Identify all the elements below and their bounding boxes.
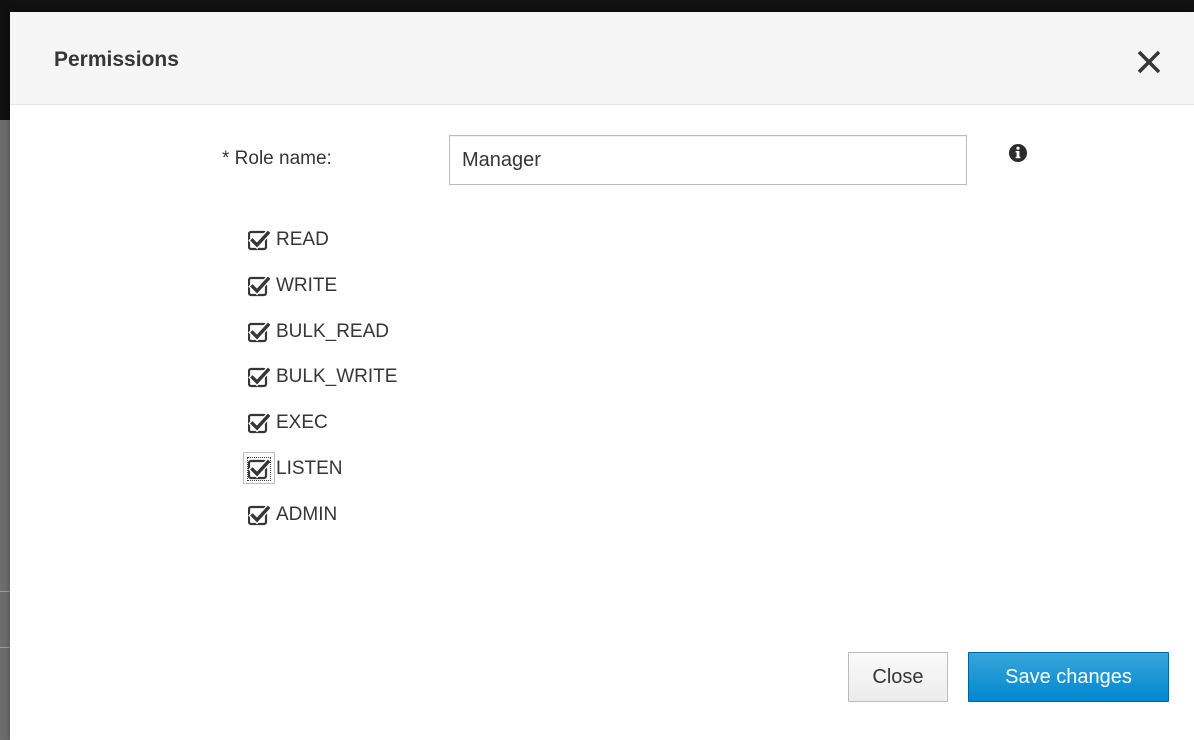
- permission-checkbox-write[interactable]: WRITE: [247, 271, 338, 301]
- checkbox-checked-icon[interactable]: [247, 365, 273, 388]
- checkbox-checked-icon[interactable]: [247, 274, 273, 297]
- dialog-header: Permissions: [10, 12, 1194, 105]
- permissions-dialog: Permissions * Role name: READ WRITE BULK_R…: [10, 12, 1194, 740]
- permission-label: BULK_READ: [276, 321, 389, 342]
- permission-label: ADMIN: [276, 504, 338, 525]
- checkbox-checked-icon[interactable]: [243, 452, 275, 484]
- checkbox-checked-icon[interactable]: [247, 411, 273, 434]
- close-button[interactable]: Close: [848, 652, 948, 702]
- dialog-title: Permissions: [54, 48, 179, 71]
- role-name-input[interactable]: [449, 135, 967, 185]
- info-icon[interactable]: [1008, 143, 1028, 163]
- permission-checkbox-bulk-read[interactable]: BULK_READ: [247, 317, 389, 347]
- permission-checkbox-bulk-write[interactable]: BULK_WRITE: [247, 362, 398, 392]
- checkbox-checked-icon[interactable]: [247, 503, 273, 526]
- permission-checkbox-admin[interactable]: ADMIN: [247, 500, 338, 530]
- permission-checkbox-read[interactable]: READ: [247, 225, 329, 255]
- permission-label: EXEC: [276, 412, 328, 433]
- backdrop-divider: [0, 591, 10, 592]
- permission-checkbox-exec[interactable]: EXEC: [247, 408, 328, 438]
- permission-checkbox-listen[interactable]: LISTEN: [243, 452, 343, 484]
- permission-label: READ: [276, 229, 329, 250]
- role-name-label: * Role name:: [222, 148, 332, 169]
- save-changes-button[interactable]: Save changes: [968, 652, 1169, 702]
- backdrop-divider: [0, 647, 10, 648]
- permission-label: LISTEN: [276, 458, 343, 479]
- close-icon[interactable]: [1134, 47, 1164, 77]
- permission-label: BULK_WRITE: [276, 366, 398, 387]
- permission-label: WRITE: [276, 275, 338, 296]
- backdrop-top: [0, 0, 1194, 12]
- checkbox-checked-icon[interactable]: [247, 228, 273, 251]
- checkbox-checked-icon[interactable]: [247, 320, 273, 343]
